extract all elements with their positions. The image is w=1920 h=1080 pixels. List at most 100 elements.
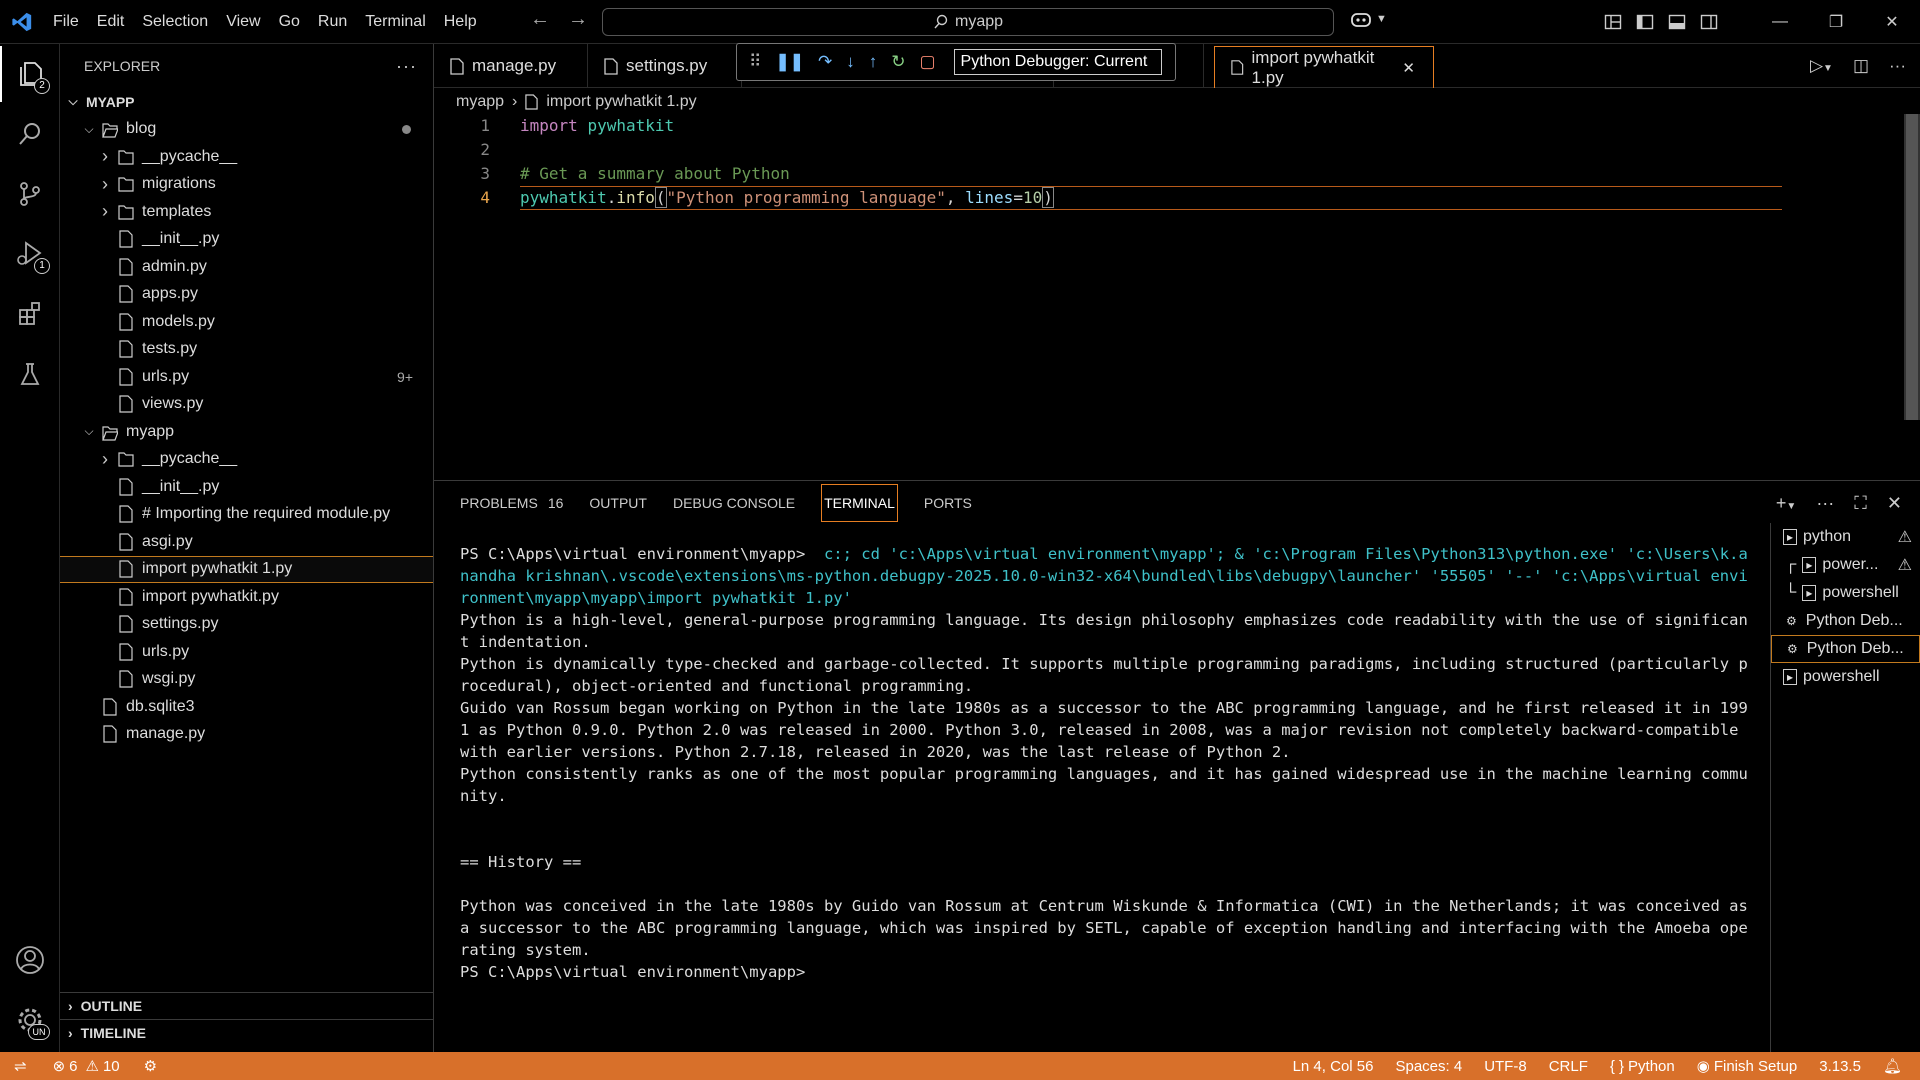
tree-file[interactable]: __init__.py xyxy=(60,473,433,501)
stop-icon[interactable]: ▢ xyxy=(919,52,935,72)
testing-activity[interactable] xyxy=(0,346,60,402)
step-over-icon[interactable]: ↷ xyxy=(818,52,832,72)
menu-file[interactable]: File xyxy=(44,13,88,31)
new-terminal-icon[interactable]: +▼ xyxy=(1776,493,1796,514)
tree-file[interactable]: wsgi.py xyxy=(60,666,433,694)
debug-status-icon[interactable]: ⚙ xyxy=(144,1057,157,1075)
tree-file[interactable]: import pywhatkit 1.py xyxy=(60,555,433,583)
command-center-search[interactable]: myapp xyxy=(602,8,1334,36)
maximize-panel-icon[interactable]: ⛶ xyxy=(1854,493,1867,514)
source-control-activity[interactable] xyxy=(0,166,60,222)
run-debug-activity[interactable]: 1 xyxy=(0,226,60,282)
tree-file[interactable]: db.sqlite3 xyxy=(60,693,433,721)
breadcrumb-file[interactable]: import pywhatkit 1.py xyxy=(546,93,696,111)
tree-file[interactable]: import pywhatkit.py xyxy=(60,583,433,611)
close-tab-icon[interactable]: ✕ xyxy=(1402,59,1415,77)
menu-selection[interactable]: Selection xyxy=(133,13,217,31)
cursor-position[interactable]: Ln 4, Col 56 xyxy=(1293,1058,1374,1075)
accounts-activity[interactable] xyxy=(0,932,60,988)
close-window-icon[interactable]: ✕ xyxy=(1864,12,1920,32)
tab-ports[interactable]: PORTS xyxy=(924,481,972,525)
menu-run[interactable]: Run xyxy=(309,13,356,31)
toggle-secondary-sidebar-icon[interactable] xyxy=(1700,13,1718,31)
step-into-icon[interactable]: ↓ xyxy=(846,52,855,72)
terminal-output[interactable]: PS C:\Apps\virtual environment\myapp> c:… xyxy=(460,543,1750,983)
notifications-bell-icon[interactable]: 🔔︎ xyxy=(1883,1057,1902,1075)
line-ending[interactable]: CRLF xyxy=(1549,1058,1588,1075)
tree-file[interactable]: asgi.py xyxy=(60,528,433,556)
tab-manage-py[interactable]: manage.py xyxy=(434,44,588,88)
copilot-button[interactable]: ▼ xyxy=(1350,10,1387,28)
step-out-icon[interactable]: ↑ xyxy=(869,52,878,72)
terminal-instance[interactable]: ▸ powershell xyxy=(1771,663,1920,691)
tree-folder[interactable]: › templates xyxy=(60,198,433,226)
problems-status[interactable]: ⊗ 6 ⚠ 10 xyxy=(53,1057,120,1076)
more-actions-icon[interactable]: ··· xyxy=(1816,493,1834,514)
tab-import-pywhatkit-1[interactable]: import pywhatkit 1.py ✕ xyxy=(1214,46,1434,88)
minimize-icon[interactable]: — xyxy=(1752,13,1808,31)
tree-file[interactable]: models.py xyxy=(60,308,433,336)
toggle-panel-icon[interactable] xyxy=(1668,13,1686,31)
tree-file[interactable]: tests.py xyxy=(60,336,433,364)
tree-folder[interactable]: › __pycache__ xyxy=(60,143,433,171)
tree-folder[interactable]: › migrations xyxy=(60,171,433,199)
tree-file[interactable]: # Importing the required module.py xyxy=(60,501,433,529)
terminal-instance[interactable]: ▸ python ⚠ xyxy=(1771,523,1920,551)
menu-terminal[interactable]: Terminal xyxy=(356,13,434,31)
restore-icon[interactable]: ❐ xyxy=(1808,12,1864,32)
tree-file[interactable]: apps.py xyxy=(60,281,433,309)
terminal-instance[interactable]: ⚙ Python Deb... xyxy=(1771,607,1920,635)
run-file-icon[interactable]: ▷▼ xyxy=(1810,56,1833,76)
breadcrumb-folder[interactable]: myapp xyxy=(456,93,504,111)
more-actions-icon[interactable]: ··· xyxy=(1889,56,1906,76)
tree-file[interactable]: manage.py xyxy=(60,721,433,749)
python-version[interactable]: 3.13.5 xyxy=(1819,1058,1861,1075)
tree-file[interactable]: urls.py 9+ xyxy=(60,363,433,391)
terminal-instance[interactable]: ⚙ Python Deb... xyxy=(1771,635,1920,663)
manage-activity[interactable]: UN xyxy=(0,992,60,1048)
menu-go[interactable]: Go xyxy=(270,13,309,31)
menu-edit[interactable]: Edit xyxy=(88,13,134,31)
restart-icon[interactable]: ↻ xyxy=(891,52,905,72)
extensions-activity[interactable] xyxy=(0,286,60,342)
encoding[interactable]: UTF-8 xyxy=(1484,1058,1527,1075)
drag-handle-icon[interactable]: ⠿ xyxy=(749,52,761,72)
debug-config-select[interactable]: Python Debugger: Current xyxy=(953,49,1162,75)
terminal-instance[interactable]: └ ▸ powershell xyxy=(1771,579,1920,607)
pause-icon[interactable]: ❚❚ xyxy=(775,52,804,72)
tree-file[interactable]: urls.py xyxy=(60,638,433,666)
tab-terminal[interactable]: TERMINAL xyxy=(821,484,898,522)
tree-file[interactable]: __init__.py xyxy=(60,226,433,254)
remote-icon[interactable]: ⇌ xyxy=(14,1057,27,1075)
more-actions-icon[interactable]: ··· xyxy=(396,56,417,77)
tree-file[interactable]: views.py xyxy=(60,391,433,419)
tree-folder[interactable]: ⌵ myapp xyxy=(60,418,433,446)
tab-debug-console[interactable]: DEBUG CONSOLE xyxy=(673,481,795,525)
customize-layout-icon[interactable] xyxy=(1604,13,1622,31)
tab-problems[interactable]: PROBLEMS 16 xyxy=(460,481,563,525)
tree-file[interactable]: admin.py xyxy=(60,253,433,281)
tree-folder[interactable]: ⌵ blog xyxy=(60,116,433,144)
workspace-root[interactable]: ⌵ MYAPP xyxy=(60,88,433,116)
tab-settings-py[interactable]: settings.py xyxy=(588,44,742,88)
forward-arrow-icon[interactable]: → xyxy=(568,8,588,31)
menu-view[interactable]: View xyxy=(217,13,269,31)
tab-output[interactable]: OUTPUT xyxy=(589,481,647,525)
explorer-activity[interactable]: 2 xyxy=(0,46,60,102)
terminal-instance[interactable]: ┌ ▸ power... ⚠ xyxy=(1771,551,1920,579)
search-activity[interactable] xyxy=(0,106,60,162)
split-editor-icon[interactable]: ◫ xyxy=(1853,56,1869,76)
toggle-primary-sidebar-icon[interactable] xyxy=(1636,13,1654,31)
timeline-section[interactable]: › TIMELINE xyxy=(60,1019,434,1046)
back-arrow-icon[interactable]: ← xyxy=(530,8,550,31)
tree-file[interactable]: settings.py xyxy=(60,611,433,639)
tree-folder[interactable]: › __pycache__ xyxy=(60,446,433,474)
outline-section[interactable]: › OUTLINE xyxy=(60,992,434,1019)
indentation[interactable]: Spaces: 4 xyxy=(1395,1058,1462,1075)
code-editor[interactable]: 1 2 3 4 import pywhatkit # Get a summary… xyxy=(434,114,1920,480)
language-mode[interactable]: { } Python xyxy=(1610,1058,1675,1075)
finish-setup-button[interactable]: ◉ Finish Setup xyxy=(1697,1057,1797,1076)
editor-scrollbar[interactable] xyxy=(1904,114,1920,420)
menu-help[interactable]: Help xyxy=(435,13,486,31)
close-panel-icon[interactable]: ✕ xyxy=(1887,493,1902,514)
